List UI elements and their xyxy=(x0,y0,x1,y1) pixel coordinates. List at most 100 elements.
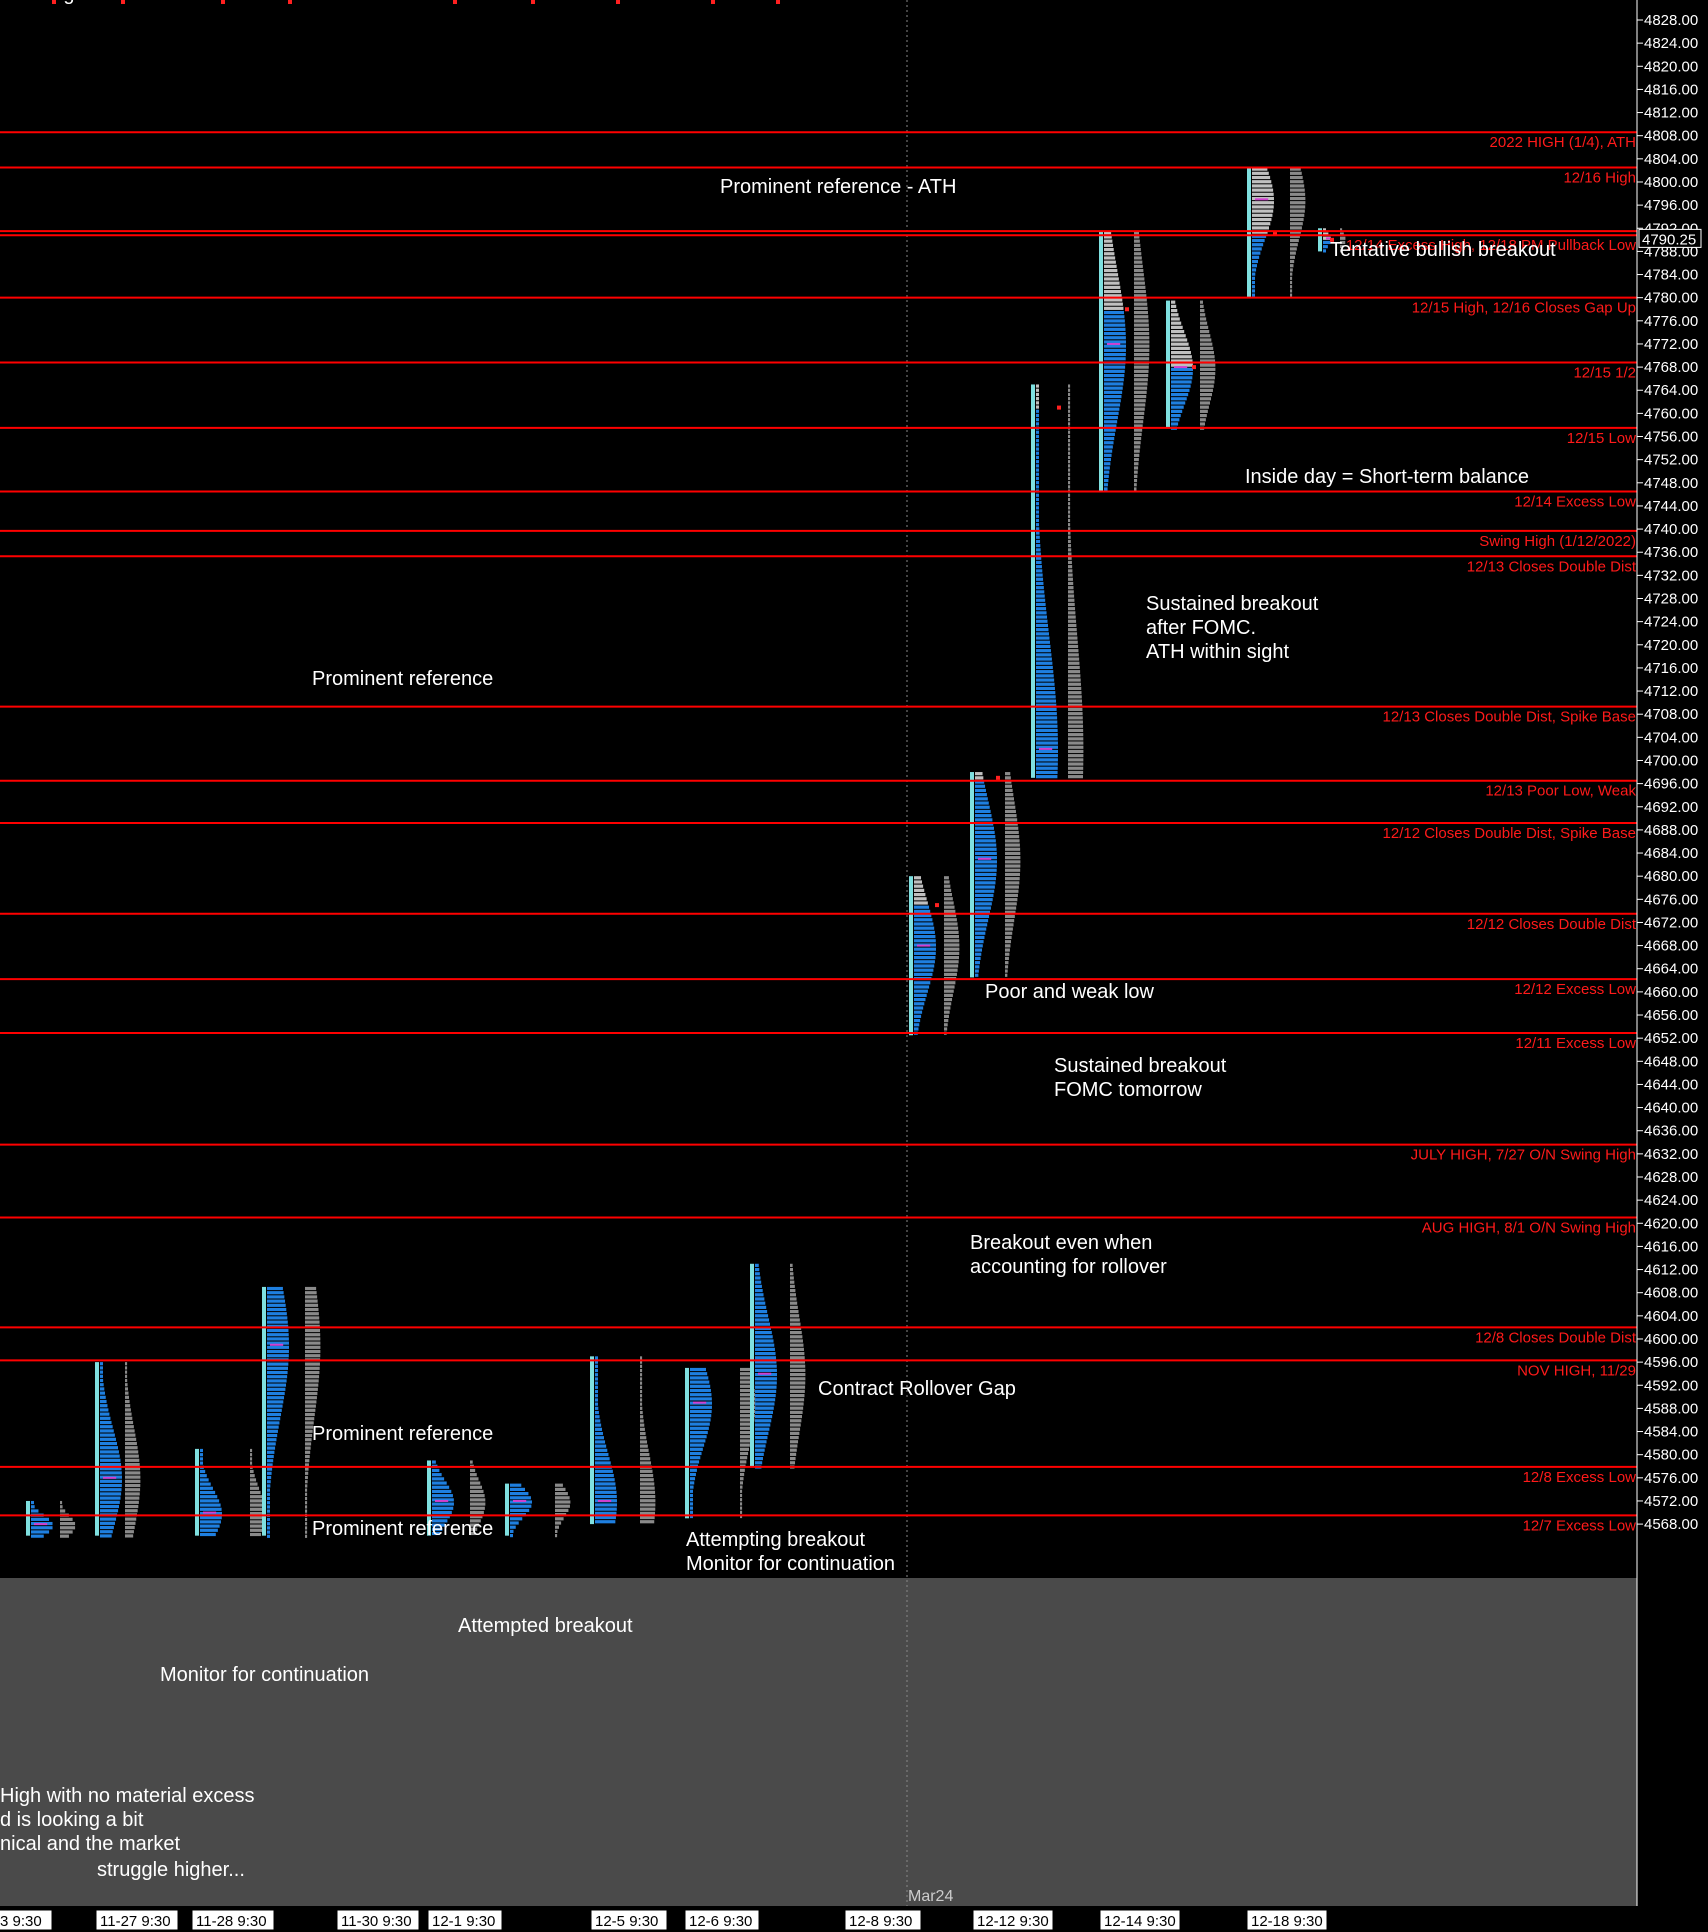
profile-range-bar xyxy=(685,1367,689,1519)
volume-row xyxy=(1005,885,1019,889)
y-tick-label: 4616.00 xyxy=(1644,1238,1698,1255)
tpo-row xyxy=(595,1394,598,1398)
volume-row xyxy=(1290,226,1302,230)
volume-row xyxy=(125,1425,134,1429)
volume-row xyxy=(790,1389,805,1393)
open-marker xyxy=(221,0,225,4)
volume-row xyxy=(470,1473,477,1477)
tpo-row xyxy=(1252,238,1265,243)
tpo-row xyxy=(914,926,935,930)
annotation-text: ATH within sight xyxy=(1146,641,1289,663)
volume-row xyxy=(555,1483,563,1487)
volume-row xyxy=(640,1494,656,1499)
y-tick-label: 4652.00 xyxy=(1644,1030,1698,1047)
tpo-row xyxy=(267,1442,276,1446)
tpo-row xyxy=(690,1489,693,1493)
volume-row xyxy=(1005,830,1019,835)
profile-range-bar xyxy=(909,876,913,1036)
tpo-row xyxy=(31,1534,44,1538)
tpo-row xyxy=(1171,392,1189,397)
tpo-row xyxy=(510,1483,522,1487)
tpo-row xyxy=(200,1520,221,1524)
annotation-text: Tentative bullish breakout xyxy=(1330,239,1556,261)
volume-row xyxy=(305,1362,320,1366)
volume-row xyxy=(1068,707,1083,712)
tpo-row xyxy=(1104,386,1123,390)
tpo-row xyxy=(1252,264,1257,268)
volume-row xyxy=(1005,961,1009,965)
tpo-row xyxy=(1104,487,1108,491)
volume-row xyxy=(1068,749,1084,754)
x-axis: 3 9:30 11-27 9:30 11-28 9:30 11-30 9:30 12-1… xyxy=(0,1906,1708,1932)
volume-row xyxy=(1200,413,1207,418)
y-tick-label: 4760.00 xyxy=(1644,405,1698,422)
tpo-row xyxy=(1036,640,1050,644)
volume-row xyxy=(1290,201,1306,205)
volume-row xyxy=(640,1410,643,1415)
volume-row xyxy=(790,1314,800,1318)
volume-row xyxy=(790,1368,806,1372)
tpo-row xyxy=(1104,382,1124,386)
tpo-row xyxy=(1036,707,1057,712)
tpo-row xyxy=(914,960,935,964)
tpo-row xyxy=(267,1316,288,1320)
volume-row xyxy=(790,1351,805,1356)
market-profile-chart: 2022 HIGH (1/4), ATH 12/16 High 12/14 Exce… xyxy=(0,0,1708,1932)
tpo-row xyxy=(1036,724,1058,728)
y-tick-label: 4716.00 xyxy=(1644,660,1698,677)
volume-row xyxy=(1134,323,1149,327)
tpo-row xyxy=(432,1485,450,1489)
tpo-row xyxy=(100,1374,103,1378)
tpo-row xyxy=(267,1400,284,1404)
tpo-row xyxy=(1171,380,1192,384)
tpo-row xyxy=(1252,175,1271,180)
volume-row xyxy=(305,1379,319,1383)
tpo-row xyxy=(914,934,936,939)
y-tick-label: 4728.00 xyxy=(1644,591,1698,608)
volume-row xyxy=(790,1263,793,1267)
volume-row xyxy=(305,1459,310,1463)
y-tick-label: 4820.00 xyxy=(1644,58,1698,75)
tpo-row xyxy=(267,1526,270,1530)
tpo-row xyxy=(690,1481,695,1485)
volume-row xyxy=(640,1436,647,1440)
annotation-text: High with no material excess xyxy=(0,1785,255,1807)
tpo-row xyxy=(690,1388,711,1393)
tpo-row xyxy=(267,1496,270,1501)
volume-row xyxy=(305,1345,321,1349)
volume-row xyxy=(640,1406,643,1410)
tpo-row xyxy=(1036,581,1044,586)
volume-row xyxy=(125,1521,136,1525)
tpo-row xyxy=(755,1343,775,1347)
volume-row xyxy=(944,1010,950,1014)
volume-row xyxy=(1068,586,1074,590)
volume-row xyxy=(125,1433,136,1437)
y-tick-label: 4672.00 xyxy=(1644,914,1698,931)
tpo-row xyxy=(100,1450,119,1454)
tpo-row xyxy=(595,1507,617,1511)
tpo-row xyxy=(1252,276,1255,280)
annotation-text: nical and the market xyxy=(0,1833,181,1855)
tpo-row xyxy=(1252,259,1258,264)
tpo-row xyxy=(690,1430,708,1435)
tpo-row xyxy=(755,1456,763,1461)
volume-row xyxy=(1068,628,1077,632)
tpo-row xyxy=(267,1505,270,1509)
tpo-row xyxy=(1036,636,1050,640)
volume-row xyxy=(1134,277,1145,281)
volume-row xyxy=(1200,367,1216,371)
volume-row xyxy=(790,1398,805,1402)
volume-row xyxy=(640,1503,656,1507)
tpo-row xyxy=(1104,298,1123,302)
volume-row xyxy=(305,1328,321,1333)
tpo-row xyxy=(690,1468,697,1472)
volume-row xyxy=(305,1391,318,1396)
tpo-row xyxy=(1036,392,1039,397)
y-tick-label: 4600.00 xyxy=(1644,1331,1698,1348)
tpo-row xyxy=(267,1421,280,1425)
annotation-text: Poor and weak low xyxy=(985,981,1155,1003)
volume-row xyxy=(944,1018,949,1023)
reference-line-label: 12/12 Closes Double Dist, Spike Base xyxy=(1383,825,1636,842)
volume-row xyxy=(1290,171,1302,175)
tpo-row xyxy=(100,1391,105,1395)
